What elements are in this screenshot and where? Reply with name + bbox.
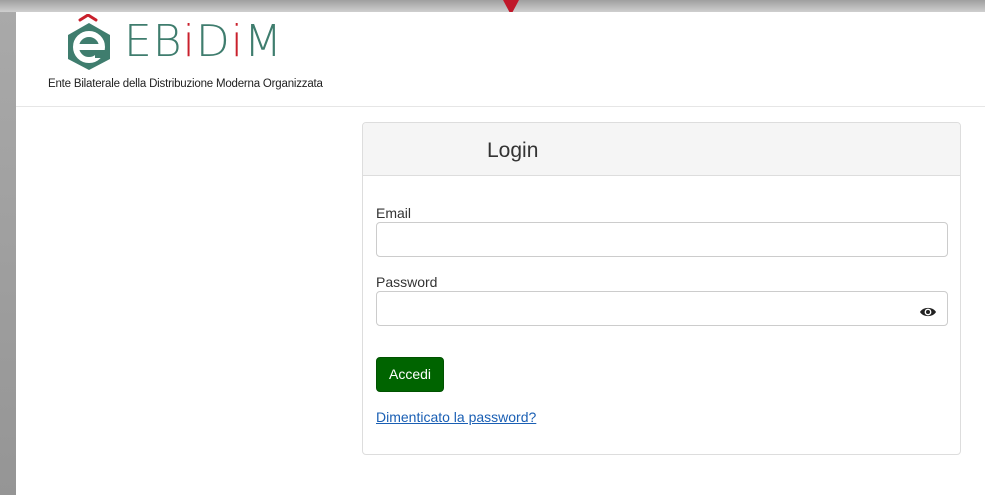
forgot-password-link[interactable]: Dimenticato la password?: [376, 409, 536, 425]
login-title: Login: [487, 139, 539, 162]
email-label: Email: [376, 205, 412, 221]
page: EBiDiM Ente Bilaterale della Distribuzio…: [16, 12, 985, 495]
accedi-button[interactable]: Accedi: [376, 357, 445, 392]
password-field[interactable]: [376, 291, 948, 326]
email-field[interactable]: [376, 222, 948, 257]
login-panel-heading: Login: [363, 123, 960, 176]
ebidim-logo[interactable]: EBiDiM Ente Bilaterale della Distribuzio…: [32, 12, 352, 102]
eye-icon[interactable]: [919, 305, 937, 319]
logo-e-icon: [68, 14, 110, 70]
logo-word-part: i: [230, 16, 244, 67]
site-header: EBiDiM Ente Bilaterale della Distribuzio…: [16, 12, 985, 107]
login-panel: Login Email Password Accedi Dimenticato …: [362, 122, 961, 455]
logo-word-part: D: [195, 16, 231, 67]
browser-top-strip: [0, 0, 985, 12]
logo-word-part: EB: [124, 16, 183, 67]
logo-word-part: i: [182, 16, 196, 67]
password-label: Password: [376, 274, 438, 290]
logo-tagline: Ente Bilaterale della Distribuzione Mode…: [48, 78, 323, 90]
logo-word-part: M: [243, 16, 283, 67]
logo-wordmark: EBiDiM: [124, 14, 283, 70]
